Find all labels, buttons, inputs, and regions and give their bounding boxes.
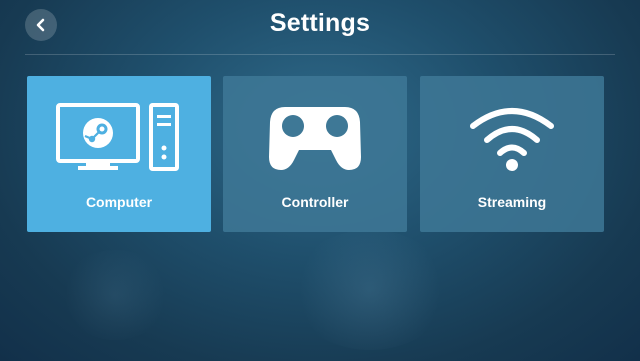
divider	[25, 54, 615, 55]
page-title: Settings	[269, 9, 371, 37]
tile-controller[interactable]: Controller	[223, 76, 407, 232]
gamepad-icon	[269, 107, 361, 170]
tile-label: Streaming	[477, 194, 547, 210]
background-glow	[60, 250, 170, 340]
tile-streaming[interactable]: Streaming	[420, 76, 604, 232]
tile-computer[interactable]: Computer	[27, 76, 211, 232]
wifi-icon	[470, 108, 554, 171]
tile-label: Controller	[281, 194, 349, 210]
computer-icon	[56, 103, 179, 171]
header: Settings	[0, 0, 640, 55]
background-glow	[290, 230, 450, 350]
tile-label: Computer	[85, 194, 153, 210]
